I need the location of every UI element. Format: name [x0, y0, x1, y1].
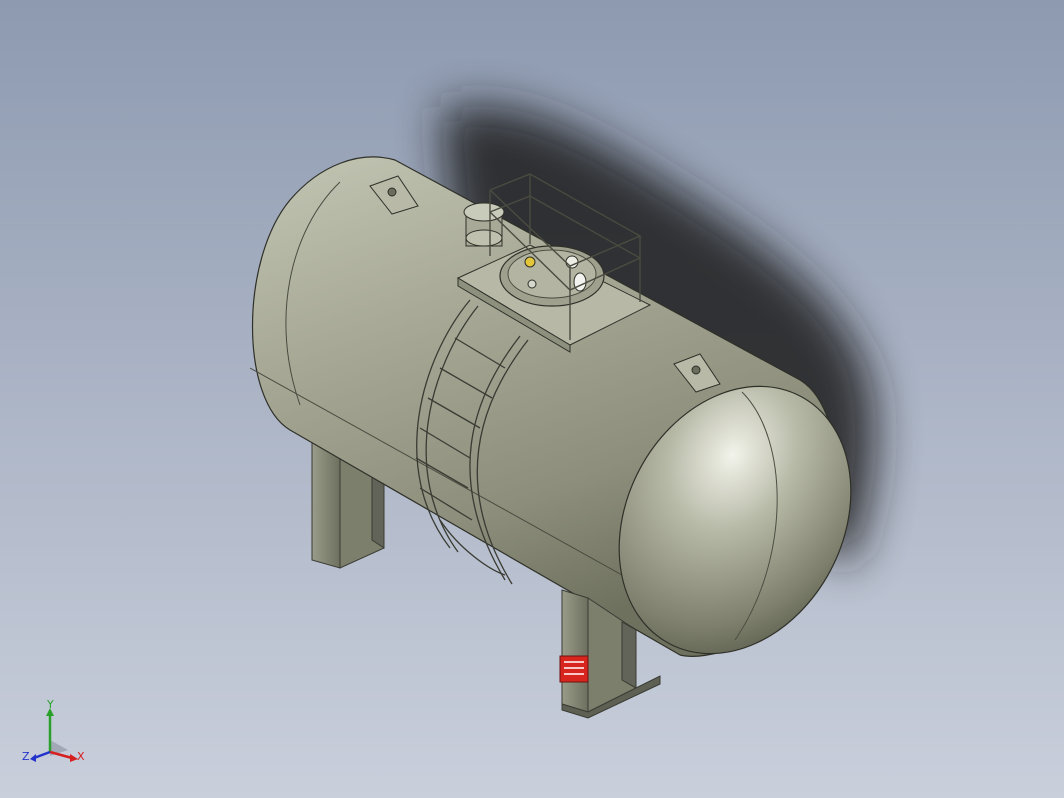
x-axis-arrow — [49, 750, 73, 760]
yellow-fitting-icon — [524, 256, 536, 268]
warning-plate — [559, 655, 589, 683]
z-axis-label: Z — [22, 750, 30, 763]
x-axis-label: X — [77, 750, 85, 763]
tank-model-scene[interactable] — [0, 0, 1064, 798]
cad-3d-viewport[interactable]: Y X Z — [0, 0, 1064, 798]
view-orientation-triad[interactable]: Y X Z — [18, 700, 98, 780]
z-axis-arrow — [33, 750, 51, 760]
manway-cover[interactable] — [499, 245, 605, 307]
y-axis-label: Y — [46, 700, 54, 711]
